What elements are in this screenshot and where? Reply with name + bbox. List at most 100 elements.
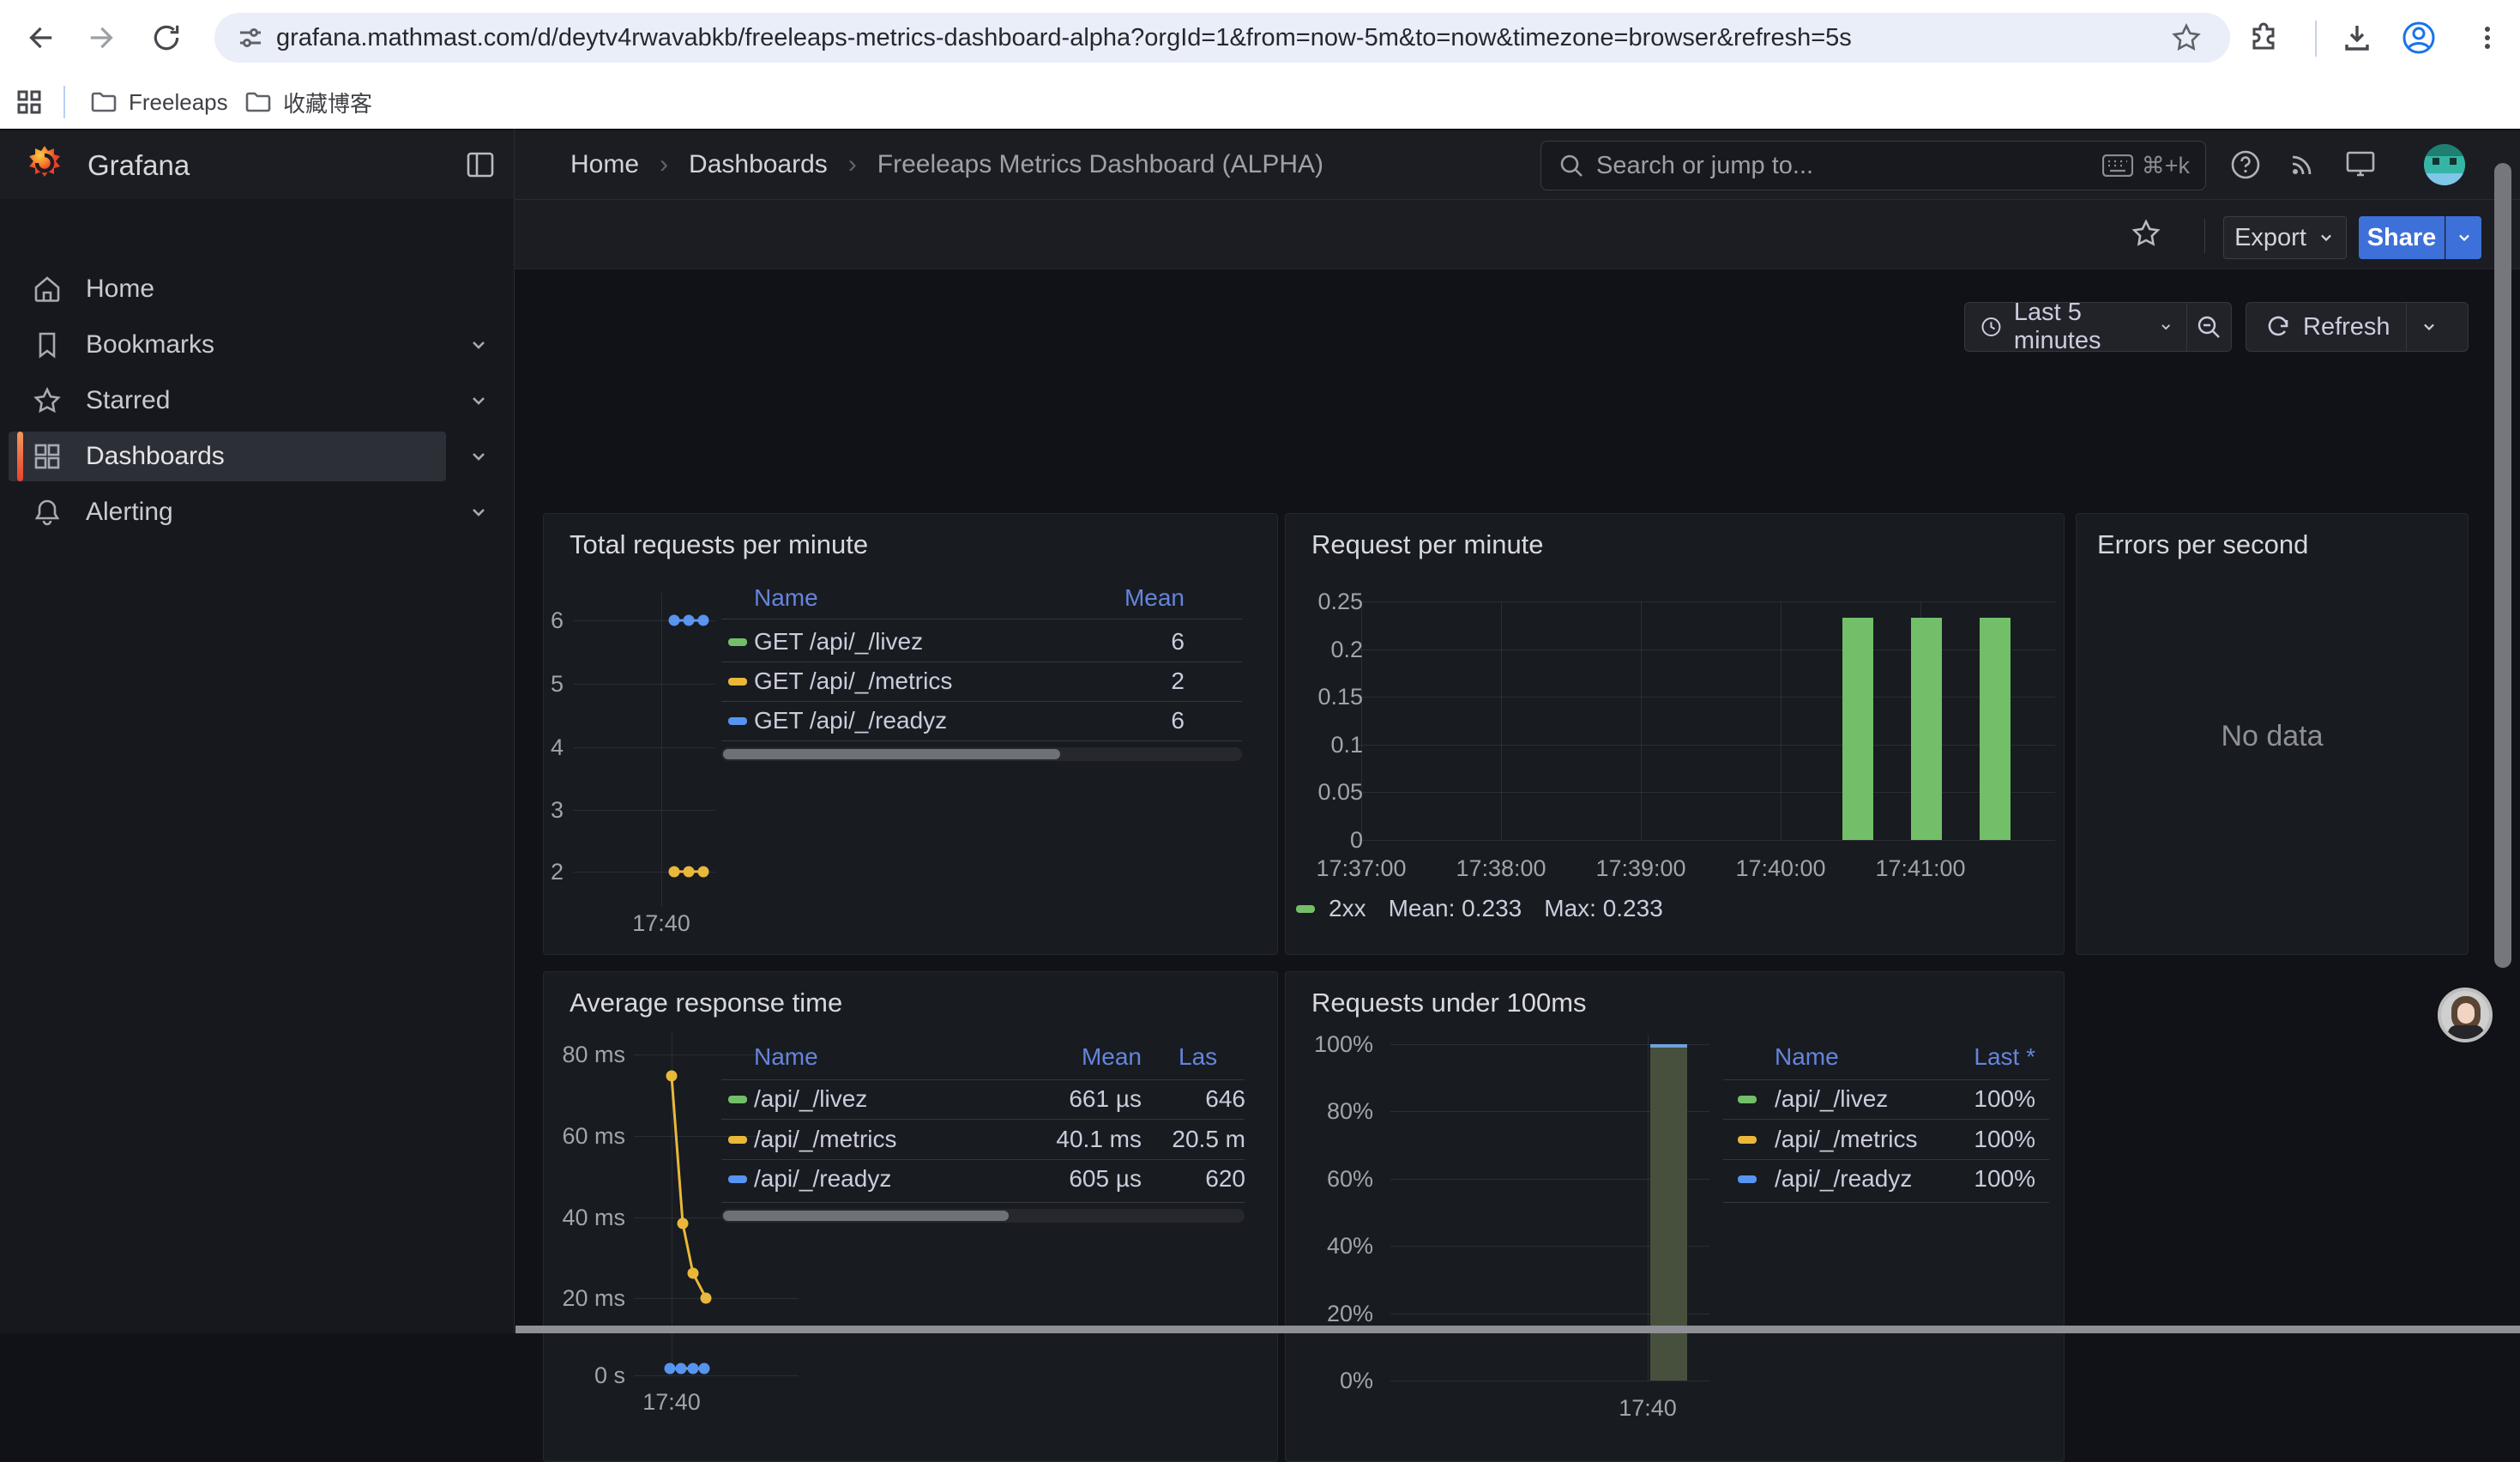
downloads-button[interactable]: [2338, 19, 2376, 57]
kiosk-mode-button[interactable]: [2342, 146, 2379, 184]
legend-last-value: 646: [1144, 1085, 1245, 1113]
gridline: [1641, 601, 1642, 840]
breadcrumb-home[interactable]: Home: [570, 150, 639, 179]
avatar-art: [2450, 158, 2457, 165]
site-settings-icon[interactable]: [237, 24, 264, 51]
news-button[interactable]: [2283, 146, 2321, 184]
back-button[interactable]: [21, 19, 58, 57]
share-menu-button[interactable]: [2445, 216, 2481, 259]
user-avatar[interactable]: [2424, 144, 2465, 185]
legend-scrollbar-track[interactable]: [721, 747, 1242, 761]
chevron-down-icon[interactable]: [467, 390, 490, 412]
profile-button[interactable]: [2400, 19, 2438, 57]
avatar-art: [2424, 144, 2465, 156]
legend-name[interactable]: /api/_/livez: [754, 1085, 994, 1113]
chart-plot: [1356, 601, 2055, 840]
share-button[interactable]: Share: [2359, 216, 2445, 259]
forward-button[interactable]: [84, 19, 122, 57]
legend-col-last[interactable]: Last *: [1915, 1043, 2035, 1071]
grafana-logo[interactable]: [24, 144, 65, 185]
panel-title[interactable]: Errors per second: [2097, 529, 2308, 560]
chevron-down-icon[interactable]: [467, 501, 490, 523]
panel-avg-response-time: Average response time 80 ms 60 ms 40 ms …: [543, 971, 1278, 1462]
gridline: [574, 872, 715, 873]
y-tick: 0.2: [1294, 635, 1363, 664]
favorite-dashboard-button[interactable]: [2127, 214, 2165, 252]
legend-swatch: [1738, 1096, 1757, 1103]
legend-series-label[interactable]: 2xx: [1329, 895, 1366, 922]
legend-name[interactable]: /api/_/readyz: [754, 1165, 994, 1193]
panel-title[interactable]: Requests under 100ms: [1311, 988, 1587, 1018]
legend-last-value: 620: [1144, 1165, 1245, 1193]
grafana-top-nav: Grafana Home › Dashboards › Freeleaps Me…: [0, 130, 2520, 199]
brand-label[interactable]: Grafana: [87, 149, 190, 182]
legend-col-name[interactable]: Name: [754, 584, 818, 612]
export-button[interactable]: Export: [2223, 216, 2347, 259]
dashboard-content: Last 5 minutes Refresh Total requests pe…: [515, 269, 2520, 1333]
refresh-button[interactable]: Refresh: [2246, 302, 2469, 352]
page-vertical-scrollbar[interactable]: [2494, 163, 2511, 968]
x-tick: 17:40:00: [1729, 854, 1832, 883]
legend-last-value: 100%: [1915, 1165, 2035, 1193]
chart-plot: [634, 1030, 799, 1375]
screen: grafana.mathmast.com/d/deytv4rwavabkb/fr…: [0, 0, 2520, 1333]
reload-button[interactable]: [148, 19, 185, 57]
chevron-down-icon[interactable]: [467, 445, 490, 468]
dock-menu-button[interactable]: [461, 146, 499, 184]
assistant-avatar-widget[interactable]: [2438, 988, 2493, 1042]
panel-total-requests: Total requests per minute 6 5 4 3 2 17:4…: [543, 513, 1278, 955]
sidebar-item-starred[interactable]: Starred: [9, 376, 446, 426]
x-tick: 17:40: [627, 909, 696, 938]
legend-col-name[interactable]: Name: [1775, 1043, 1839, 1071]
active-indicator: [17, 432, 23, 481]
legend-name[interactable]: /api/_/metrics: [754, 1126, 994, 1153]
bookmark-label: 收藏博客: [283, 87, 372, 118]
page-horizontal-scrollbar[interactable]: [515, 1326, 2520, 1333]
legend-separator: [1723, 1159, 2049, 1160]
refresh-interval-button[interactable]: [2407, 317, 2451, 336]
y-tick: 0.1: [1294, 730, 1363, 759]
extensions-button[interactable]: [2246, 19, 2283, 57]
star-icon: [33, 386, 62, 415]
panel-title[interactable]: Request per minute: [1311, 529, 1544, 560]
legend-name[interactable]: GET /api/_/livez: [754, 628, 1037, 655]
x-tick: 17:39:00: [1589, 854, 1692, 883]
gridline: [634, 1375, 799, 1376]
time-range-picker[interactable]: Last 5 minutes: [1964, 302, 2232, 352]
search-input[interactable]: Search or jump to... ⌘+k: [1540, 141, 2206, 190]
sidebar-item-dashboards[interactable]: Dashboards: [9, 432, 446, 481]
sidebar-item-alerting[interactable]: Alerting: [9, 487, 446, 537]
legend-col-mean[interactable]: Mean: [1022, 1043, 1142, 1071]
bookmark-star-icon[interactable]: [2172, 23, 2201, 52]
legend-scrollbar-thumb[interactable]: [723, 749, 1060, 759]
url-text[interactable]: grafana.mathmast.com/d/deytv4rwavabkb/fr…: [276, 13, 2163, 63]
legend-scrollbar-track[interactable]: [721, 1209, 1245, 1223]
chevron-down-icon[interactable]: [467, 334, 490, 356]
apps-button[interactable]: [10, 83, 48, 121]
url-bar[interactable]: grafana.mathmast.com/d/deytv4rwavabkb/fr…: [214, 13, 2230, 63]
legend-separator: [721, 1159, 1245, 1160]
breadcrumb-dashboards[interactable]: Dashboards: [689, 150, 828, 179]
sidebar-item-home[interactable]: Home: [9, 264, 446, 314]
zoom-out-button[interactable]: [2187, 314, 2231, 340]
legend-separator: [721, 1119, 1245, 1120]
sidebar-item-label: Starred: [86, 386, 446, 415]
legend-name[interactable]: GET /api/_/metrics: [754, 668, 1037, 695]
legend-separator: [1723, 1119, 2049, 1120]
legend-name[interactable]: GET /api/_/readyz: [754, 707, 1037, 734]
legend-col-mean[interactable]: Mean: [1064, 584, 1185, 612]
sidebar-item-label: Bookmarks: [86, 330, 446, 359]
legend-col-name[interactable]: Name: [754, 1043, 818, 1071]
sidebar-item-bookmarks[interactable]: Bookmarks: [9, 320, 446, 370]
help-button[interactable]: [2227, 146, 2264, 184]
panel-title[interactable]: Total requests per minute: [570, 529, 868, 560]
bookmark-folder-blogs[interactable]: 收藏博客: [233, 82, 384, 122]
legend-scrollbar-thumb[interactable]: [723, 1211, 1009, 1221]
sidebar-toggle-icon: [467, 152, 494, 178]
bookmark-folder-freeleaps[interactable]: Freeleaps: [79, 82, 240, 122]
bar: [1911, 618, 1942, 840]
legend-row-2xx[interactable]: 2xx Mean: 0.233 Max: 0.233: [1296, 895, 1663, 922]
browser-menu-button[interactable]: [2469, 19, 2506, 57]
legend-col-last[interactable]: Las: [1179, 1043, 1245, 1071]
panel-title[interactable]: Average response time: [570, 988, 842, 1018]
